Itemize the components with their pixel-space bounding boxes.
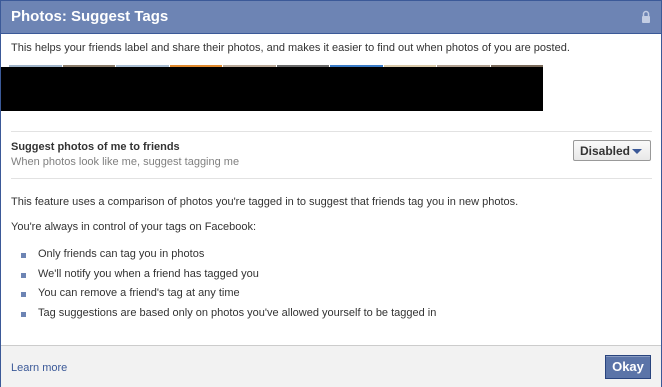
- divider: [11, 178, 652, 179]
- bullet-icon: [21, 272, 26, 278]
- intro-text: This helps your friends label and share …: [11, 42, 570, 54]
- feature-description: This feature uses a comparison of photos…: [11, 196, 519, 208]
- redacted-photos: [1, 67, 543, 111]
- control-statement: You're always in control of your tags on…: [11, 221, 257, 233]
- dialog-titlebar: Photos: Suggest Tags: [1, 1, 661, 34]
- divider: [11, 131, 652, 132]
- setting-subtitle: When photos look like me, suggest taggin…: [11, 156, 240, 168]
- list-item: Only friends can tag you in photos: [11, 245, 528, 265]
- setting-title: Suggest photos of me to friends: [11, 141, 180, 153]
- list-item: We'll notify you when a friend has tagge…: [11, 265, 528, 285]
- suggest-tags-dropdown[interactable]: Disabled: [573, 140, 651, 161]
- okay-button[interactable]: Okay: [605, 355, 651, 379]
- bullet-list: Only friends can tag you in photos We'll…: [11, 245, 528, 323]
- dialog-footer: Learn more Okay: [1, 345, 661, 387]
- dialog-title: Photos: Suggest Tags: [11, 8, 169, 25]
- dropdown-value: Disabled: [580, 144, 631, 158]
- list-item: Tag suggestions are based only on photos…: [11, 304, 528, 324]
- lock-icon: [642, 10, 650, 23]
- suggest-tags-dialog: Photos: Suggest Tags This helps your fri…: [0, 0, 662, 387]
- photo-thumbnails: [1, 65, 543, 111]
- list-item: You can remove a friend's tag at any tim…: [11, 284, 528, 304]
- bullet-icon: [21, 253, 26, 258]
- bullet-icon: [21, 311, 26, 317]
- bullet-icon: [21, 292, 26, 297]
- learn-more-link[interactable]: Learn more: [11, 362, 67, 374]
- chevron-down-icon: [632, 149, 642, 154]
